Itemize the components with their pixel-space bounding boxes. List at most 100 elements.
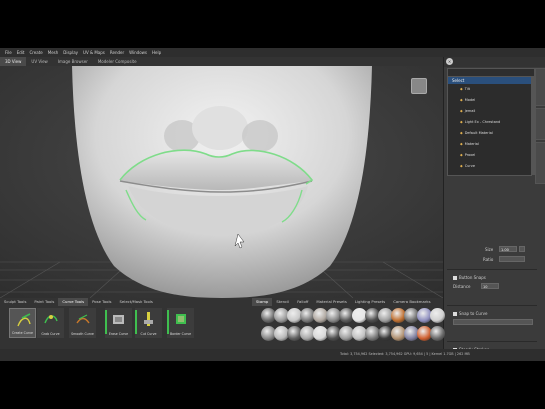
tree-item[interactable]: ◆ Light Ex - Chrestand	[460, 120, 500, 124]
tab-stamp[interactable]: Stamp	[252, 298, 273, 306]
tab-sculpt-tools[interactable]: Sculpt Tools	[0, 298, 30, 306]
tab-select-mask-tools[interactable]: Select/Mask Tools	[116, 298, 157, 306]
tree-item-label: Material	[464, 142, 479, 146]
curve-tool-icon	[44, 315, 58, 324]
tab-lighting-presets[interactable]: Lighting Presets	[351, 298, 389, 306]
tree-item-label: Proxel	[464, 153, 476, 157]
tab-image-browser[interactable]: Image Browser	[53, 57, 93, 66]
tree-item[interactable]: ◆ Curve	[460, 164, 475, 168]
3d-viewport[interactable]	[0, 66, 443, 298]
object-tree: Select ◆ Tilt ◆ Model ◆ Jemail ◆ Light Ex - Chr…	[447, 76, 536, 176]
tab-3d-view[interactable]: 3D View	[0, 57, 27, 66]
tree-header-label: Select	[452, 78, 465, 83]
menu-item-edit[interactable]: Edit	[17, 50, 25, 55]
node-icon: ◆	[460, 131, 463, 135]
button-snaps-checkbox[interactable]	[453, 276, 457, 280]
tree-item[interactable]: ◆ Model	[460, 98, 475, 102]
tree-item[interactable]: ◆ Jemail	[460, 109, 475, 113]
tab-pose-tools[interactable]: Pose Tools	[88, 298, 115, 306]
status-text: Total: 3,754,962 Selected: 3,754,962 GPU…	[340, 352, 470, 356]
menu-item-create[interactable]: Create	[29, 50, 42, 55]
panel-header: ×	[444, 57, 545, 67]
node-icon: ◆	[460, 153, 463, 157]
tool-tabs: Sculpt Tools Paint Tools Curve Tools Pose T…	[0, 298, 250, 306]
node-icon: ◆	[460, 109, 463, 113]
divider	[447, 269, 537, 270]
menu-item-help[interactable]: Help	[152, 50, 161, 55]
snap-to-curve-field[interactable]	[453, 319, 533, 325]
curve-tool-icon	[144, 312, 153, 326]
tab-camera-bookmarks[interactable]: Camera Bookmarks	[389, 298, 434, 306]
tab-curve-tools[interactable]: Curve Tools	[58, 298, 89, 306]
tree-item[interactable]: ◆ Material	[460, 142, 479, 146]
tab-modeler-composite[interactable]: Modeler Composite	[93, 57, 142, 66]
size-field[interactable]: 1.00	[499, 246, 517, 252]
tool-label: Create Curve	[11, 331, 33, 335]
node-icon: ◆	[460, 98, 463, 102]
tool-border-curve[interactable]: Border Curve	[167, 308, 194, 338]
menu-item-windows[interactable]: Windows	[129, 50, 147, 55]
menu-item-file[interactable]: File	[5, 50, 12, 55]
tool-erase-curve[interactable]: Erase Curve	[105, 308, 132, 338]
tree-item[interactable]: ◆ Tilt	[460, 87, 470, 91]
tool-label: Erase Curve	[108, 332, 129, 336]
curve-tool-icon	[113, 315, 124, 324]
close-icon[interactable]: ×	[446, 58, 453, 65]
node-icon: ◆	[460, 142, 463, 146]
menu-item-uv-maps[interactable]: UV & Maps	[83, 50, 105, 55]
tool-label: Grab Curve	[41, 332, 60, 336]
tab-uv-view[interactable]: UV View	[26, 57, 52, 66]
curve-tool-icon	[76, 314, 90, 324]
curve-tool-icon	[17, 313, 31, 327]
node-icon: ◆	[460, 120, 463, 124]
divider	[447, 341, 537, 342]
tool-label: Border Curve	[169, 332, 192, 336]
tree-header[interactable]: Select	[448, 77, 531, 84]
stamp-thumbnail[interactable]	[430, 308, 445, 323]
size-label: Size	[485, 247, 494, 252]
size-reset-button[interactable]	[519, 246, 525, 252]
tool-tray: Create Curve Grab Curve Smooth Curve Erase …	[9, 308, 249, 340]
tab-stencil[interactable]: Stencil	[272, 298, 293, 306]
mudbox-app-window: File Edit Create Mesh Display UV & Maps Render…	[0, 48, 545, 361]
side-tabs	[535, 68, 545, 188]
tool-hotkey-bar	[167, 310, 169, 334]
tree-item-label: Tilt	[464, 87, 471, 91]
tool-hotkey-bar	[135, 310, 137, 334]
tool-cut-curve[interactable]: Cut Curve	[135, 308, 162, 338]
side-tab-object-list[interactable]	[535, 68, 545, 106]
tree-item[interactable]: ◆ Proxel	[460, 153, 475, 157]
snap-to-curve-checkbox[interactable]	[453, 312, 457, 316]
object-list-panel: × Select ◆ Tilt ◆ Model ◆ Jemail ◆ Light Ex - C…	[443, 57, 545, 361]
tool-smooth-curve[interactable]: Smooth Curve	[69, 308, 96, 338]
snap-to-curve-label: Snap to Curve	[459, 311, 488, 316]
side-tab-viewport-filters[interactable]	[535, 142, 545, 184]
divider	[447, 305, 537, 306]
button-snaps-label: Button Snaps	[459, 275, 486, 280]
sculpt-scene	[0, 66, 443, 298]
side-tab-layers[interactable]	[535, 108, 545, 140]
menu-item-display[interactable]: Display	[63, 50, 78, 55]
status-bar: Total: 3,754,962 Selected: 3,754,962 GPU…	[0, 349, 545, 361]
view-cube-icon[interactable]	[411, 78, 427, 94]
menu-bar: File Edit Create Mesh Display UV & Maps Render…	[0, 48, 545, 57]
tool-grab-curve[interactable]: Grab Curve	[37, 308, 64, 338]
tab-falloff[interactable]: Falloff	[293, 298, 312, 306]
tool-label: Smooth Curve	[71, 332, 94, 336]
curve-tool-icon	[176, 314, 186, 324]
node-icon: ◆	[460, 164, 463, 168]
stamp-tabs: Stamp Stencil Falloff Material Presets Light…	[252, 298, 443, 306]
tree-item-label: Jemail	[464, 109, 476, 113]
menu-item-render[interactable]: Render	[110, 50, 124, 55]
distance-field[interactable]: 10	[481, 283, 499, 289]
tree-item-label: Curve	[464, 164, 476, 168]
menu-item-mesh[interactable]: Mesh	[48, 50, 59, 55]
ratio-field[interactable]	[499, 256, 525, 262]
tool-create-curve[interactable]: Create Curve	[9, 308, 36, 338]
tab-material-presets[interactable]: Material Presets	[312, 298, 350, 306]
tab-paint-tools[interactable]: Paint Tools	[30, 298, 58, 306]
tree-item-label: Model	[464, 98, 476, 102]
tree-item[interactable]: ◆ Default Material	[460, 131, 493, 135]
stamp-thumbnail[interactable]	[430, 326, 445, 341]
ratio-label: Ratio	[483, 257, 494, 262]
